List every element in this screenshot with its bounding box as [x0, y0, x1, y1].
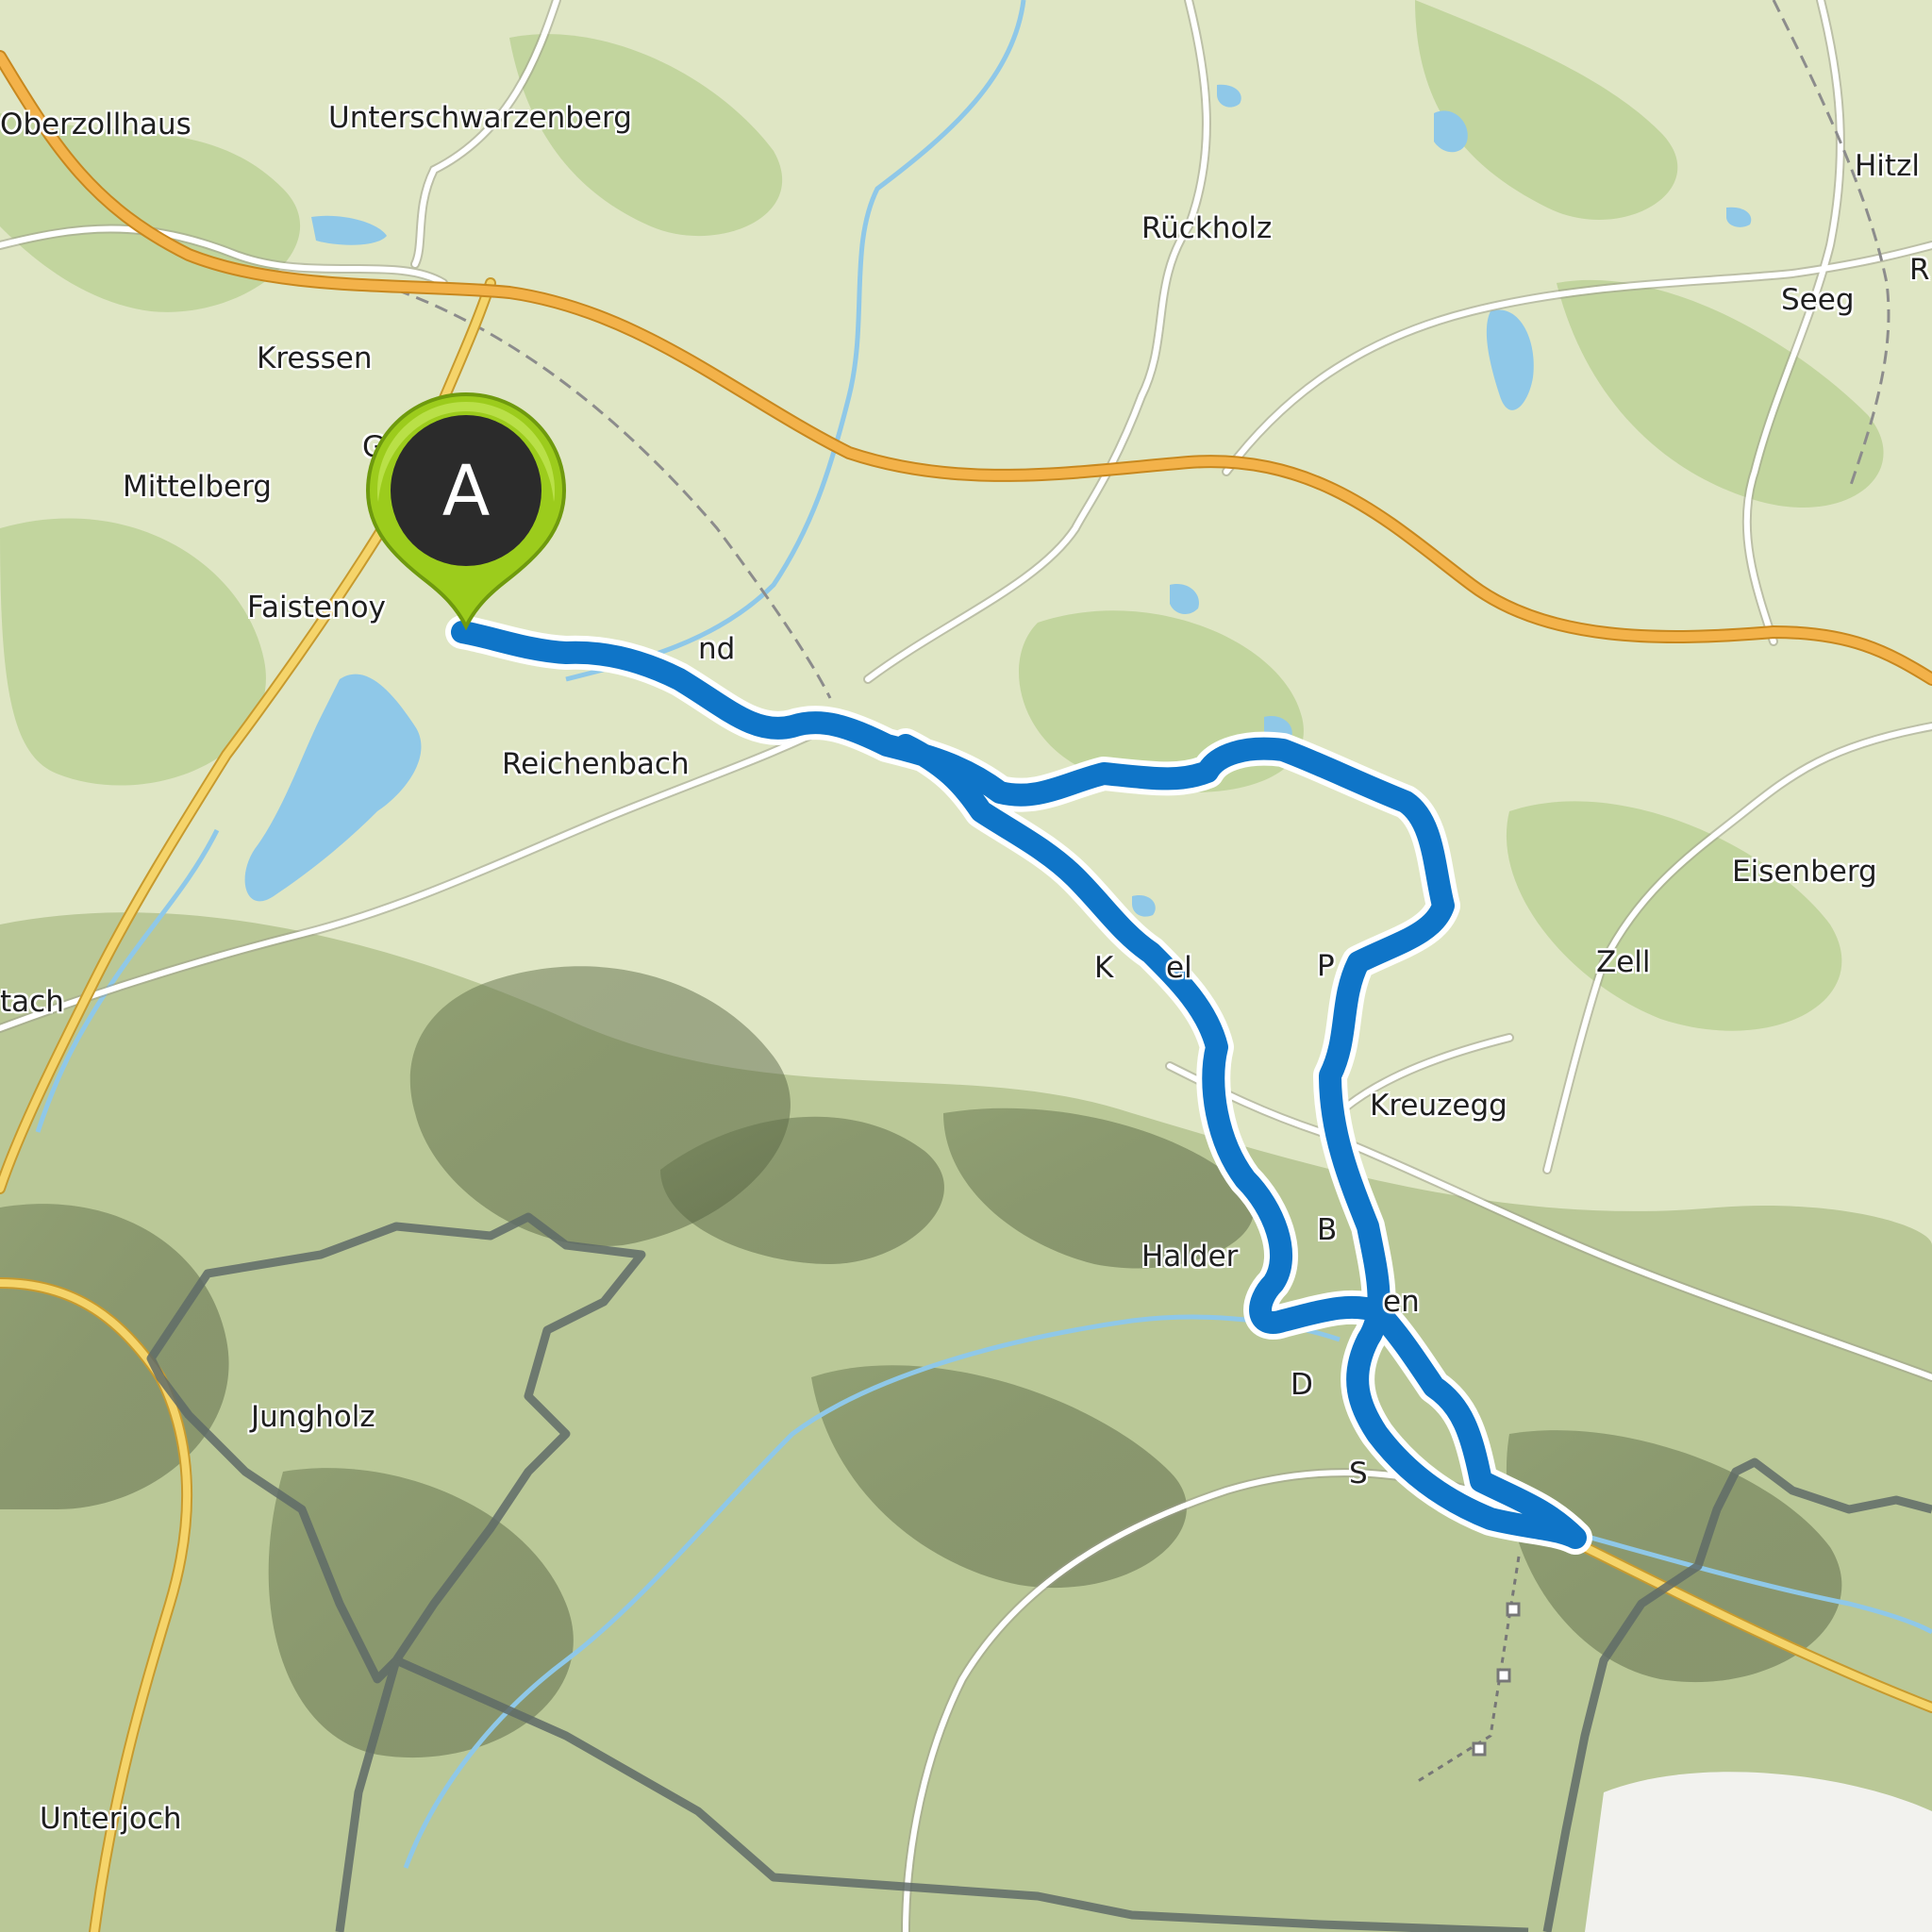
- start-marker[interactable]: A: [360, 389, 572, 630]
- map-canvas[interactable]: Oberzollhaus Unterschwarzenberg Rückholz…: [0, 0, 1932, 1932]
- start-marker-letter: A: [442, 451, 491, 532]
- map-base-layer: [0, 0, 1932, 1932]
